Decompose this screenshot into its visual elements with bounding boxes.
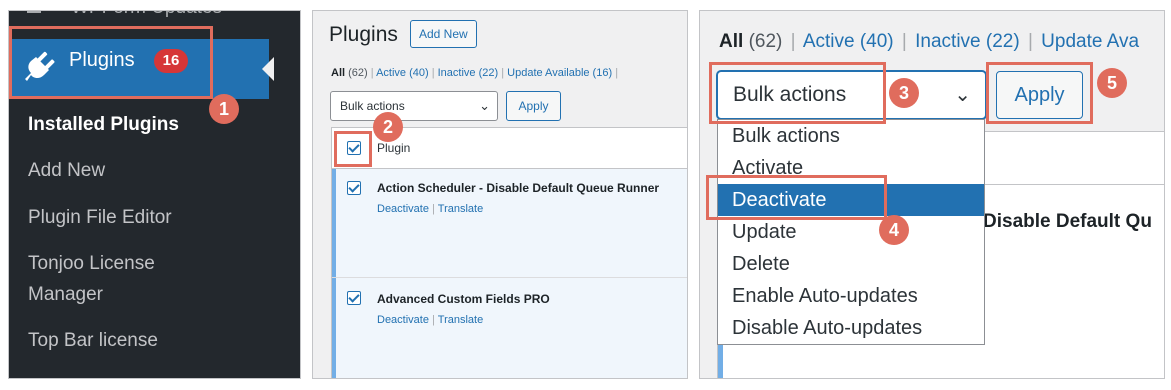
current-menu-indicator: [262, 57, 274, 81]
option-enable-auto-updates[interactable]: Enable Auto-updates: [718, 280, 984, 312]
status-filters: All (62) | Active (40) | Inactive (22) |…: [331, 67, 618, 79]
bulk-actions-dropdown: Bulk actions Activate Deactivate Update …: [717, 119, 985, 345]
submenu-plugin-file-editor[interactable]: Plugin File Editor: [28, 207, 172, 229]
filter-update-available[interactable]: Update Ava: [1041, 31, 1139, 52]
filter-all-count: (62): [348, 67, 368, 79]
filter-active[interactable]: Active (40): [803, 31, 894, 52]
filter-all-count: (62): [748, 31, 783, 52]
filter-separator: |: [901, 31, 907, 52]
translate-link[interactable]: Translate: [438, 314, 483, 326]
deactivate-link[interactable]: Deactivate: [377, 203, 429, 215]
action-separator: |: [432, 203, 435, 215]
checkbox-checked-icon: [348, 181, 360, 193]
row-actions: Deactivate | Translate: [377, 203, 483, 215]
row-checkbox[interactable]: [347, 181, 361, 195]
filter-separator: |: [501, 67, 505, 79]
step-badge-1: 1: [209, 94, 239, 124]
active-row-indicator: [332, 278, 336, 378]
apply-button[interactable]: Apply: [506, 91, 561, 121]
callout-highlight-apply: [986, 62, 1093, 124]
menu-icon: [27, 11, 41, 13]
callout-highlight-plugins: [9, 26, 213, 99]
row-checkbox[interactable]: [347, 291, 361, 305]
filter-update-available[interactable]: Update Available (16): [507, 67, 612, 79]
bulk-actions-select[interactable]: Bulk actions ⌄: [330, 91, 498, 121]
plugins-table: Plugin Action Scheduler - Disable Defaul…: [331, 127, 687, 378]
callout-highlight-deactivate: [706, 175, 887, 220]
filter-separator: |: [370, 67, 374, 79]
step-badge-3: 3: [889, 78, 919, 108]
filter-separator: |: [1027, 31, 1033, 52]
table-row: Advanced Custom Fields PRO Deactivate | …: [332, 278, 687, 378]
filter-separator: |: [615, 67, 619, 79]
chevron-down-icon: ⌄: [954, 84, 971, 106]
plugins-list-panel: Plugins Add New All (62) | Active (40) |…: [312, 10, 688, 379]
option-disable-auto-updates[interactable]: Disable Auto-updates: [718, 312, 984, 344]
step-badge-5: 5: [1097, 68, 1127, 98]
add-new-button[interactable]: Add New: [410, 20, 477, 48]
status-filters: All (62) | Active (40) | Inactive (22) |…: [719, 31, 1139, 53]
plugin-name: Disable Default Qu: [983, 211, 1152, 232]
submenu-top-bar-license[interactable]: Top Bar license: [28, 330, 158, 352]
chevron-down-icon: ⌄: [479, 98, 490, 113]
plugin-name: Advanced Custom Fields PRO: [377, 292, 550, 306]
filter-separator: |: [431, 67, 435, 79]
callout-highlight-bulk-select: [709, 62, 886, 124]
submenu-tonjoo-license-line2[interactable]: Manager: [28, 284, 103, 306]
page-title: Plugins: [329, 23, 398, 46]
filter-all[interactable]: All: [719, 31, 743, 52]
checkbox-checked-icon: [348, 291, 360, 303]
table-row: Action Scheduler - Disable Default Queue…: [332, 169, 687, 278]
submenu-installed-plugins[interactable]: Installed Plugins: [28, 114, 179, 136]
column-plugin[interactable]: Plugin: [377, 141, 410, 155]
step-badge-2: 2: [373, 112, 403, 142]
option-bulk-actions[interactable]: Bulk actions: [718, 120, 984, 152]
filter-all[interactable]: All: [331, 67, 345, 79]
step-badge-4: 4: [879, 215, 909, 245]
callout-highlight-select-all: [334, 131, 372, 167]
bulk-actions-value: Bulk actions: [340, 99, 405, 113]
filter-inactive[interactable]: Inactive (22): [915, 31, 1020, 52]
active-row-indicator: [332, 169, 336, 277]
submenu-add-new[interactable]: Add New: [28, 160, 105, 182]
action-separator: |: [432, 314, 435, 326]
submenu-tonjoo-license[interactable]: Tonjoo License: [28, 253, 155, 275]
filter-separator: |: [790, 31, 796, 52]
deactivate-link[interactable]: Deactivate: [377, 314, 429, 326]
filter-active[interactable]: Active (40): [376, 67, 429, 79]
plugin-name: Action Scheduler - Disable Default Queue…: [377, 181, 660, 195]
row-actions: Deactivate | Translate: [377, 314, 483, 326]
sidebar-item-previous[interactable]: WPForm Updates: [27, 11, 222, 19]
translate-link[interactable]: Translate: [438, 203, 483, 215]
filter-inactive[interactable]: Inactive (22): [438, 67, 499, 79]
option-delete[interactable]: Delete: [718, 248, 984, 280]
option-update[interactable]: Update: [718, 216, 984, 248]
